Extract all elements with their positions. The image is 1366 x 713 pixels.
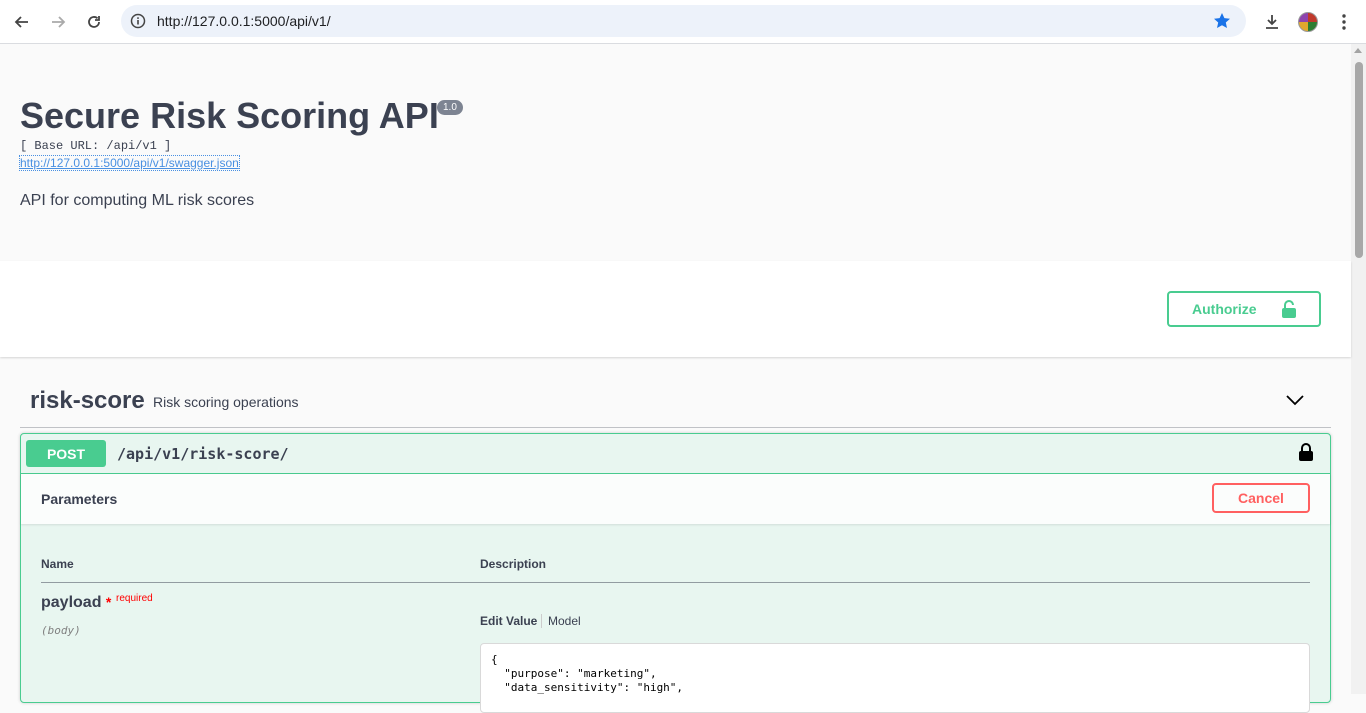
authorize-label: Authorize bbox=[1192, 301, 1257, 317]
operation-block-post: POST /api/v1/risk-score/ Parameters Canc… bbox=[20, 433, 1331, 713]
tab-divider bbox=[541, 614, 542, 628]
address-bar[interactable]: http://127.0.0.1:5000/api/v1/ bbox=[121, 5, 1246, 37]
unlocked-icon bbox=[1282, 300, 1296, 318]
scheme-container: Authorize bbox=[0, 261, 1351, 357]
base-url: [ Base URL: /api/v1 ] bbox=[20, 139, 172, 153]
body-param-textarea[interactable]: { "purpose": "marketing", "data_sensitiv… bbox=[480, 643, 1310, 713]
tab-edit-value[interactable]: Edit Value bbox=[480, 614, 537, 628]
tag-name[interactable]: risk-score bbox=[30, 387, 145, 415]
parameters-header: Parameters Cancel bbox=[21, 474, 1330, 524]
required-label: required bbox=[116, 593, 153, 604]
column-header-name: Name bbox=[41, 557, 74, 571]
lock-icon[interactable] bbox=[1299, 443, 1313, 461]
tag-description: Risk scoring operations bbox=[153, 394, 299, 410]
back-icon[interactable] bbox=[8, 8, 36, 36]
bookmark-star-icon[interactable] bbox=[1212, 11, 1232, 31]
scroll-up-arrow-icon[interactable] bbox=[1354, 48, 1362, 53]
site-info-icon[interactable] bbox=[129, 12, 147, 30]
forward-icon[interactable] bbox=[44, 8, 72, 36]
api-title: Secure Risk Scoring API bbox=[20, 95, 439, 136]
param-location: (body) bbox=[41, 624, 81, 637]
param-name-text: payload bbox=[41, 594, 102, 611]
browser-toolbar: http://127.0.0.1:5000/api/v1/ bbox=[0, 0, 1366, 44]
required-star: * bbox=[105, 594, 112, 610]
chevron-down-icon[interactable] bbox=[1285, 390, 1305, 410]
api-description: API for computing ML risk scores bbox=[20, 192, 255, 209]
cancel-button[interactable]: Cancel bbox=[1212, 483, 1310, 513]
method-badge: POST bbox=[26, 440, 106, 467]
header-divider bbox=[41, 582, 1310, 583]
api-info-section: Secure Risk Scoring API 1.0 [ Base URL: … bbox=[0, 45, 1351, 261]
menu-kebab-icon[interactable] bbox=[1330, 8, 1358, 36]
version-badge: 1.0 bbox=[437, 100, 463, 115]
parameters-title: Parameters bbox=[41, 491, 118, 507]
column-header-description: Description bbox=[480, 557, 547, 571]
tag-section-header[interactable]: risk-score Risk scoring operations bbox=[20, 378, 1331, 428]
scrollbar-thumb[interactable] bbox=[1355, 62, 1363, 258]
url-text[interactable]: http://127.0.0.1:5000/api/v1/ bbox=[157, 13, 331, 29]
download-icon[interactable] bbox=[1258, 8, 1286, 36]
page-scrollbar[interactable] bbox=[1351, 44, 1366, 694]
avatar[interactable] bbox=[1298, 12, 1318, 32]
swagger-json-link[interactable]: http://127.0.0.1:5000/api/v1/swagger.jso… bbox=[19, 155, 240, 171]
operation-summary[interactable]: POST /api/v1/risk-score/ bbox=[21, 434, 1330, 474]
operation-path[interactable]: /api/v1/risk-score/ bbox=[117, 445, 289, 463]
param-name: payload * bbox=[41, 594, 111, 612]
authorize-button[interactable]: Authorize bbox=[1167, 291, 1321, 327]
reload-icon[interactable] bbox=[80, 8, 108, 36]
profile-avatar[interactable] bbox=[1294, 8, 1322, 36]
tab-model[interactable]: Model bbox=[548, 614, 581, 628]
